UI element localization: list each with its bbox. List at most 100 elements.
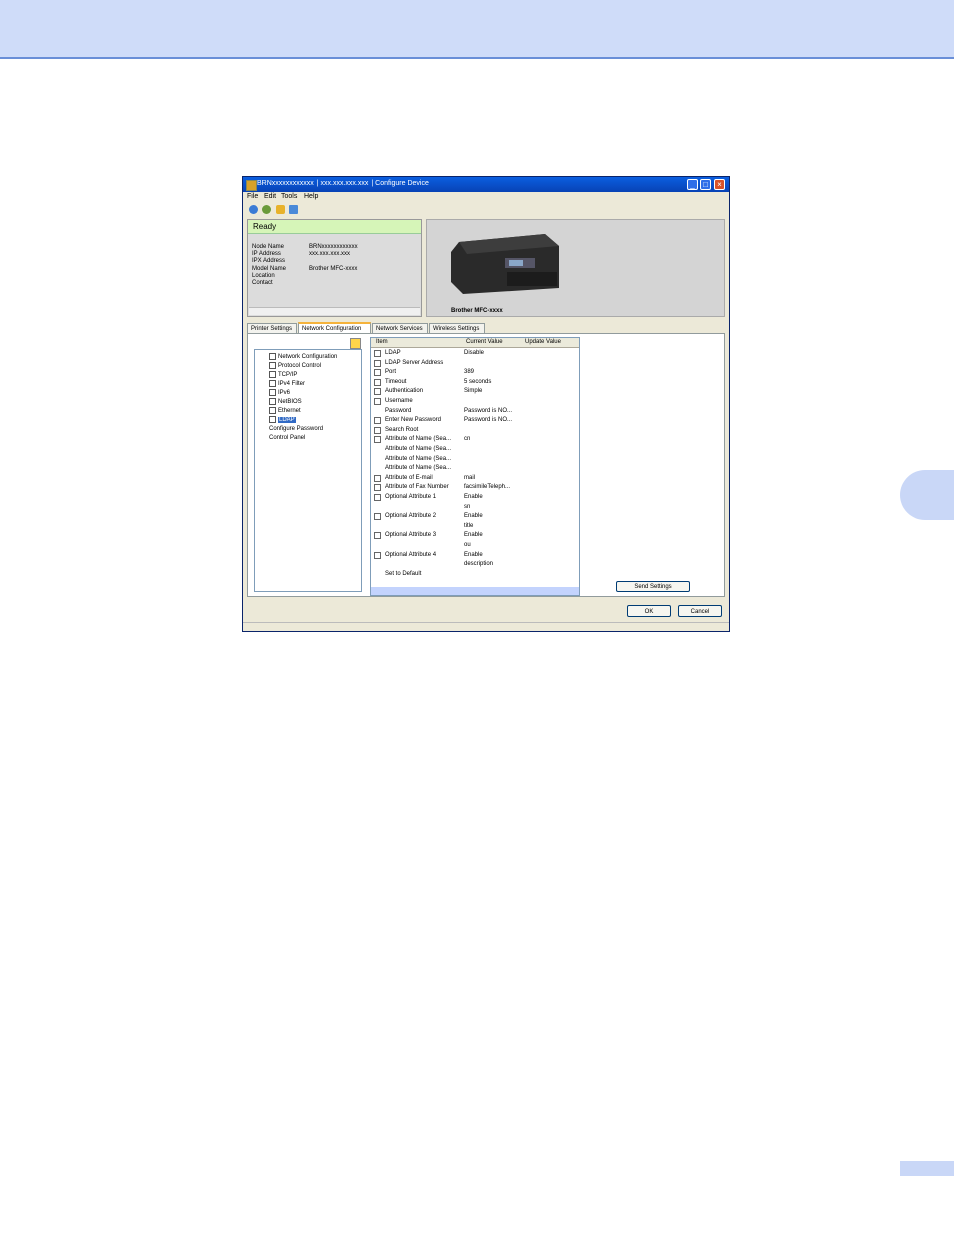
table-row[interactable]: Port 389 — [371, 368, 579, 378]
send-settings-button[interactable]: Send Settings — [616, 581, 690, 592]
tab-wireless-settings[interactable]: Wireless Settings — [429, 323, 485, 333]
table-row[interactable]: Optional Attribute 2 Enable — [371, 512, 579, 522]
row-item-name: Optional Attribute 2 — [385, 513, 437, 520]
row-checkbox[interactable] — [374, 388, 381, 396]
printer-icon[interactable] — [262, 205, 271, 214]
tab-network-services[interactable]: Network Services — [372, 323, 428, 333]
tree-item[interactable]: Ethernet — [269, 407, 301, 416]
row-item-name: Set to Default — [385, 570, 422, 577]
maximize-icon[interactable]: □ — [700, 179, 711, 190]
table-row[interactable]: Search Root — [371, 426, 579, 436]
settings-tree: Network Configuration Protocol Control T… — [254, 349, 362, 592]
table-row[interactable]: Authentication Simple — [371, 387, 579, 397]
info-row: Contact — [252, 280, 273, 286]
window-title: BRNxxxxxxxxxxxx | xxx.xxx.xxx.xxx | Config… — [257, 180, 429, 187]
row-checkbox[interactable] — [374, 474, 381, 482]
row-current-value: Enable — [464, 551, 483, 558]
row-checkbox[interactable] — [374, 532, 381, 540]
table-row[interactable]: Username — [371, 397, 579, 407]
table-row[interactable]: Attribute of Name (Sea... cn — [371, 435, 579, 445]
row-checkbox[interactable] — [374, 426, 381, 434]
column-header[interactable]: Item — [376, 338, 388, 347]
column-header[interactable]: Current Value — [466, 338, 503, 347]
table-row[interactable]: Optional Attribute 1 Enable — [371, 493, 579, 503]
tree-item[interactable]: Protocol Control — [269, 362, 321, 371]
cancel-button[interactable]: Cancel — [678, 605, 722, 617]
menu-edit[interactable]: Edit — [264, 193, 276, 200]
table-row[interactable]: Attribute of Name (Sea... — [371, 455, 579, 465]
info-row: IPX Address — [252, 258, 286, 264]
row-checkbox[interactable] — [374, 417, 381, 425]
row-checkbox[interactable] — [374, 551, 381, 559]
tree-item[interactable]: Configure Password — [269, 425, 323, 434]
row-current-value: mail — [464, 474, 476, 481]
row-item-name: Timeout — [385, 378, 407, 385]
table-row[interactable]: Optional Attribute 3 Enable — [371, 531, 579, 541]
row-item-name: Username — [385, 398, 413, 404]
grid-scrollbar[interactable] — [371, 587, 579, 595]
table-row[interactable]: title — [371, 522, 579, 532]
table-row[interactable]: ou — [371, 541, 579, 551]
title-app: Configure Device — [375, 180, 429, 187]
toolbar — [243, 203, 729, 216]
status-ready: Ready — [248, 220, 421, 234]
row-checkbox[interactable] — [374, 484, 381, 492]
tree-item[interactable]: Control Panel — [269, 434, 305, 443]
tab-printer-settings[interactable]: Printer Settings — [247, 323, 297, 333]
tree-item[interactable]: TCP/IP — [269, 371, 297, 380]
title-device: BRNxxxxxxxxxxxx — [257, 180, 314, 187]
table-row[interactable]: description — [371, 560, 579, 570]
row-current-value: Enable — [464, 494, 483, 500]
row-checkbox[interactable] — [374, 378, 381, 386]
table-row[interactable]: LDAP Server Address — [371, 359, 579, 369]
info-row: Location — [252, 273, 275, 279]
row-current-value: cn — [464, 436, 471, 443]
row-item-name: Password — [385, 407, 412, 414]
settings-icon[interactable] — [289, 205, 298, 214]
refresh-icon[interactable] — [249, 205, 258, 214]
table-row[interactable]: Password Password is NO... — [371, 407, 579, 417]
tree-item[interactable]: Network Configuration — [269, 353, 337, 362]
row-current-value: title — [464, 522, 474, 529]
row-item-name: Enter New Password — [385, 417, 442, 424]
row-current-value: description — [464, 561, 494, 568]
status-scrollbar[interactable] — [249, 307, 420, 315]
configure-device-window: BRNxxxxxxxxxxxx | xxx.xxx.xxx.xxx | Config… — [242, 176, 730, 632]
table-row[interactable]: Set to Default — [371, 570, 579, 580]
row-item-name: Attribute of Name (Sea... — [385, 455, 452, 462]
row-current-value: sn — [464, 503, 471, 510]
table-row[interactable]: Attribute of Name (Sea... — [371, 464, 579, 474]
device-caption: Brother MFC-xxxx — [451, 308, 503, 314]
ok-button[interactable]: OK — [627, 605, 671, 617]
column-header[interactable]: Update Value — [525, 338, 561, 347]
row-item-name: Attribute of Name (Sea... — [385, 465, 452, 472]
minimize-icon[interactable]: _ — [687, 179, 698, 190]
table-row[interactable]: Attribute of E-mail mail — [371, 474, 579, 484]
table-row[interactable]: Timeout 5 seconds — [371, 378, 579, 388]
row-checkbox[interactable] — [374, 398, 381, 405]
row-current-value: Enable — [464, 532, 483, 539]
tree-item[interactable]: IPv4 Filter — [269, 380, 305, 389]
close-icon[interactable]: × — [714, 179, 725, 190]
table-row[interactable]: LDAP Disable — [371, 349, 579, 359]
tree-item-selected[interactable]: LDAP — [269, 416, 296, 425]
tree-item[interactable]: NetBIOS — [269, 398, 302, 407]
table-row[interactable]: Optional Attribute 4 Enable — [371, 551, 579, 561]
row-checkbox[interactable] — [374, 359, 381, 367]
row-checkbox[interactable] — [374, 350, 381, 357]
menu-file[interactable]: File — [247, 193, 258, 200]
row-checkbox[interactable] — [374, 436, 381, 444]
menu-tools[interactable]: Tools — [281, 193, 297, 200]
table-row[interactable]: Attribute of Fax Number facsimileTeleph..… — [371, 483, 579, 493]
row-checkbox[interactable] — [374, 494, 381, 501]
row-checkbox[interactable] — [374, 369, 381, 377]
table-row[interactable]: sn — [371, 503, 579, 513]
table-row[interactable]: Enter New Password Password is NO... — [371, 416, 579, 426]
tree-item[interactable]: IPv6 — [269, 389, 290, 398]
key-icon[interactable] — [276, 205, 285, 214]
row-checkbox[interactable] — [374, 513, 381, 521]
title-bar[interactable]: BRNxxxxxxxxxxxx | xxx.xxx.xxx.xxx | Config… — [243, 177, 729, 192]
key-icon[interactable] — [350, 338, 361, 349]
menu-help[interactable]: Help — [304, 193, 318, 200]
table-row[interactable]: Attribute of Name (Sea... — [371, 445, 579, 455]
